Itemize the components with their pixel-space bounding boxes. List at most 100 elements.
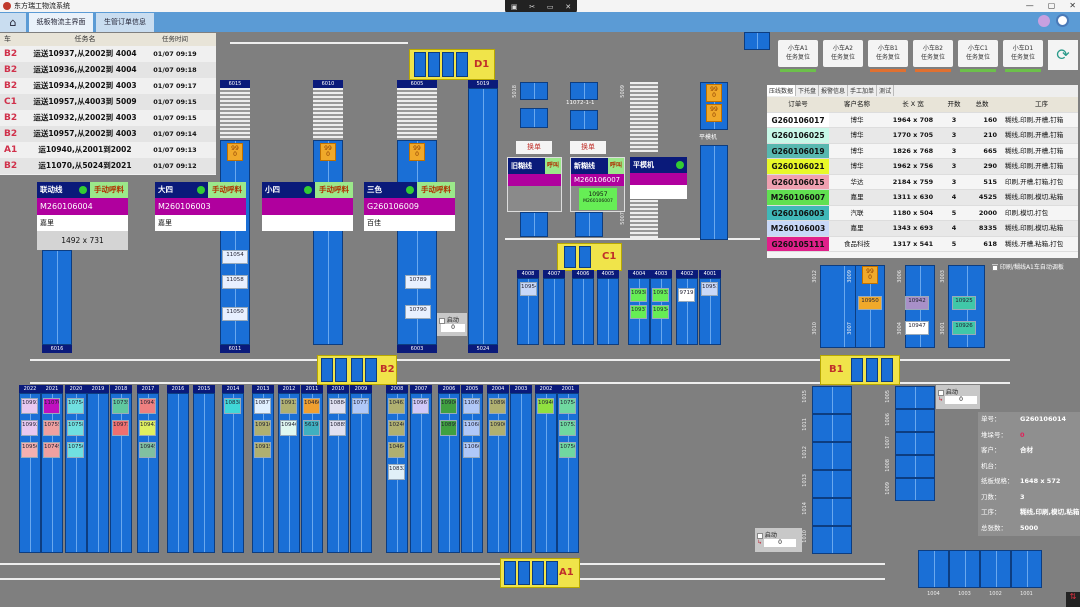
order-row[interactable]: G260106019 博华 1826 x 768 3 665 糊线,印刷,开槽,钉箱 xyxy=(767,143,1078,159)
storage-lane[interactable] xyxy=(575,212,603,237)
storage-lane[interactable] xyxy=(557,393,579,553)
pallet-card[interactable]: 10992 xyxy=(21,420,38,436)
car-reset-button[interactable]: 小车C1 任务复位 xyxy=(958,40,998,67)
crane-A1[interactable]: A1 xyxy=(500,558,580,588)
pallet-card[interactable]: 10466 xyxy=(303,398,320,414)
storage-lane[interactable] xyxy=(895,432,935,455)
orange-pallet[interactable]: 99 0 xyxy=(862,266,878,284)
pallet-card[interactable]: 10463 xyxy=(388,398,405,414)
storage-lane[interactable] xyxy=(438,393,460,553)
pallet-card[interactable]: 10950 xyxy=(858,296,882,310)
task-row[interactable]: B2 运11070,从5024到2021 01/07 09:12 xyxy=(0,158,216,174)
order-row[interactable]: G260106003 汽联 1180 x 504 5 2000 印刷,模切,打包 xyxy=(767,205,1078,221)
storage-lane[interactable] xyxy=(520,212,548,237)
storage-lane[interactable] xyxy=(812,442,852,470)
crane-D1[interactable]: D1 xyxy=(409,49,495,80)
pallet-card[interactable]: 10756 xyxy=(67,442,84,458)
order-tab[interactable]: 测试 xyxy=(877,85,895,96)
pallet-card[interactable]: 10951 xyxy=(701,282,718,296)
pallet-card[interactable]: 10898 xyxy=(489,398,506,414)
order-row[interactable]: G260106017 博华 1964 x 708 3 160 糊线,印刷,开槽,钉箱 xyxy=(767,112,1078,128)
close-capture-icon[interactable]: ✕ xyxy=(565,3,571,11)
manual-call-button[interactable]: 手动呼料 xyxy=(208,182,246,198)
minimize-button[interactable]: — xyxy=(1026,0,1034,12)
storage-lane[interactable] xyxy=(980,550,1011,588)
pallet-card[interactable]: 10946 xyxy=(280,420,297,436)
pallet-card[interactable]: 10895 xyxy=(440,420,457,436)
swap-order-button-new[interactable]: 换单 xyxy=(570,141,606,154)
storage-lane[interactable] xyxy=(812,414,852,442)
auto-toggle-b1[interactable]: 启动 ↳ 0 xyxy=(936,385,980,409)
pallet-card[interactable]: 11070 xyxy=(43,398,60,414)
order-row[interactable]: M260106007 嘉里 1311 x 630 4 4525 糊线,印刷,模切,粘箱 xyxy=(767,190,1078,206)
pallet-card[interactable]: 10916 xyxy=(254,420,271,436)
order-tab[interactable]: 下托盘 xyxy=(796,85,820,96)
car-reset-button[interactable]: 小车B1 任务复位 xyxy=(868,40,908,67)
storage-lane[interactable] xyxy=(167,393,189,553)
pallet-card[interactable]: 10755 xyxy=(43,420,60,436)
storage-lane[interactable] xyxy=(744,32,770,50)
pallet-card[interactable]: 10464 xyxy=(388,442,405,458)
print-auto-checkbox[interactable] xyxy=(992,264,998,271)
order-row[interactable]: G260106025 博华 1770 x 705 3 210 糊线,印刷,开槽,钉箱 xyxy=(767,128,1078,144)
order-tab[interactable]: 手工加单 xyxy=(848,85,878,96)
car-reset-button[interactable]: 小车D1 任务复位 xyxy=(1003,40,1043,67)
storage-lane[interactable] xyxy=(222,393,244,553)
pallet-card[interactable]: 11065 xyxy=(463,398,480,414)
car-reset-button[interactable]: 小车A2 任务复位 xyxy=(823,40,863,67)
pallet-card[interactable]: 10771 xyxy=(352,398,369,414)
storage-lane[interactable] xyxy=(812,470,852,498)
storage-lane[interactable] xyxy=(812,526,852,554)
pallet-card[interactable]: 11058 xyxy=(222,275,248,289)
pallet-card[interactable]: 11050 xyxy=(222,307,248,321)
pallet-card[interactable]: 11054 xyxy=(222,250,248,264)
pallet-card[interactable]: 10790 xyxy=(405,305,431,319)
order-row[interactable]: M260106003 嘉里 1343 x 693 4 8335 糊线,印刷,模切,粘箱 xyxy=(767,221,1078,237)
pallet-card[interactable]: 10947 xyxy=(905,321,929,335)
task-row[interactable]: C1 运送10957,从4003到 5009 01/07 09:15 xyxy=(0,94,216,110)
storage-lane[interactable] xyxy=(918,550,949,588)
crane-B1[interactable]: B1 xyxy=(820,355,900,385)
pallet-card[interactable]: 10885 xyxy=(329,420,346,436)
swap-order-button-old[interactable]: 换单 xyxy=(516,141,552,154)
order-row[interactable]: G260106021 博华 1962 x 756 3 290 糊线,印刷,开槽,钉箱 xyxy=(767,159,1078,175)
pallet-card[interactable]: 10938 xyxy=(630,288,647,302)
pallet-card[interactable]: 10832 xyxy=(388,464,405,480)
auto-checkbox[interactable] xyxy=(439,317,445,324)
storage-lane[interactable] xyxy=(327,393,349,553)
storage-lane[interactable] xyxy=(137,393,159,553)
pallet-card[interactable]: 10754 xyxy=(67,398,84,414)
storage-lane[interactable] xyxy=(42,250,72,345)
storage-lane[interactable] xyxy=(543,278,565,345)
storage-lane[interactable] xyxy=(350,393,372,553)
auto-value-field[interactable]: 0 xyxy=(764,539,797,547)
order-tab[interactable]: 压线数据 xyxy=(767,85,797,96)
pallet-card[interactable]: 10941 xyxy=(139,398,156,414)
pallet-card[interactable]: 10945 xyxy=(139,442,156,458)
storage-lane[interactable] xyxy=(193,393,215,553)
orange-pallet[interactable]: 99 0 xyxy=(706,84,722,102)
storage-lane[interactable] xyxy=(895,478,935,501)
storage-lane[interactable] xyxy=(597,278,619,345)
storage-lane[interactable] xyxy=(110,393,132,553)
manual-call-button[interactable]: 手动呼料 xyxy=(90,182,128,198)
storage-lane[interactable] xyxy=(410,393,432,553)
pallet-card[interactable]: 10957 M260106007 xyxy=(579,188,617,210)
tab-main-view[interactable]: 纸板物流主界面 xyxy=(29,13,93,32)
pallet-card[interactable]: 10752 xyxy=(559,420,576,436)
storage-lane[interactable] xyxy=(468,88,498,345)
orange-pallet[interactable]: 99 0 xyxy=(320,143,336,161)
crane-C1[interactable]: C1 xyxy=(557,243,622,271)
auto-checkbox[interactable] xyxy=(757,532,763,539)
orange-pallet[interactable]: 99 0 xyxy=(227,143,243,161)
storage-lane[interactable] xyxy=(65,393,87,553)
pallet-card[interactable]: 10756 xyxy=(559,442,576,458)
storage-lane[interactable] xyxy=(572,278,594,345)
cut-icon[interactable]: ✂ xyxy=(529,3,535,11)
storage-lane[interactable] xyxy=(87,393,109,553)
pallet-card[interactable]: 10754 xyxy=(559,398,576,414)
pallet-card[interactable]: 10943 xyxy=(139,420,156,436)
order-row[interactable]: G260105111 食品科技 1317 x 541 5 618 糊线,开槽,粘箱,打包 xyxy=(767,236,1078,252)
pallet-card[interactable]: 10934 xyxy=(652,305,669,319)
call-button[interactable]: 呼叫 xyxy=(544,158,561,174)
